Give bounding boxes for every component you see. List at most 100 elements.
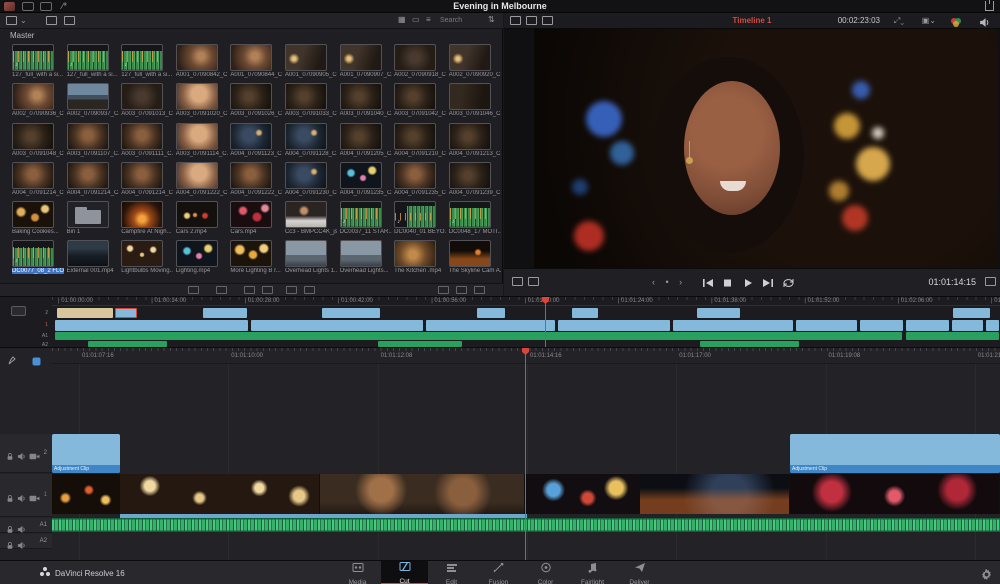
media-clip[interactable]: A004_07091128_C... xyxy=(285,122,335,161)
timeline-playhead[interactable] xyxy=(525,348,526,561)
media-clip[interactable]: A004_07091230_C... xyxy=(285,161,335,200)
clips-view-icon[interactable] xyxy=(6,16,17,25)
video-clip[interactable] xyxy=(320,474,525,514)
media-clip[interactable]: A002_07090937_C... xyxy=(67,82,117,121)
media-pool-tool-icon-1[interactable] xyxy=(438,286,449,294)
media-clip[interactable]: Overhead Lights... xyxy=(340,239,390,278)
jog-control[interactable]: ‹ • › xyxy=(652,277,686,287)
media-clip-thumbnail[interactable] xyxy=(285,123,327,150)
media-clip[interactable]: A002_07090918_C... xyxy=(394,43,444,82)
media-clip[interactable]: A003_07091114_C... xyxy=(176,122,226,161)
media-clip-thumbnail[interactable]: ♪ xyxy=(449,201,491,228)
media-clip-thumbnail[interactable] xyxy=(176,162,218,189)
tab-fairlight[interactable]: Fairlight xyxy=(569,561,616,584)
video-clip[interactable] xyxy=(640,474,790,514)
chevron-down-icon[interactable]: ⌄ xyxy=(20,16,27,25)
media-clip-thumbnail[interactable] xyxy=(12,83,54,110)
media-clip[interactable]: A002_07090936_C... xyxy=(12,82,62,121)
media-clip-thumbnail[interactable] xyxy=(230,123,272,150)
import-folder-icon[interactable] xyxy=(64,16,75,25)
video-clip[interactable] xyxy=(525,474,640,514)
media-clip-thumbnail[interactable] xyxy=(67,123,109,150)
media-clip[interactable]: The Kitchen .mp4 xyxy=(394,239,444,278)
media-clip-thumbnail[interactable] xyxy=(67,162,109,189)
overview-clip[interactable] xyxy=(986,320,999,331)
media-clip[interactable]: A003_07091033_C... xyxy=(285,82,335,121)
previous-clip-button[interactable] xyxy=(702,276,716,288)
resize-icon[interactable]: ⤢⌄ xyxy=(894,16,904,26)
media-clip-thumbnail[interactable] xyxy=(67,240,109,267)
media-clip[interactable]: A003_07091111_C... xyxy=(121,122,171,161)
overview-audio-clip[interactable] xyxy=(55,332,902,340)
overview-ruler[interactable]: | 01:00:00:00| 01:00:14:00| 01:00:28:00|… xyxy=(52,297,1000,306)
tab-fusion[interactable]: Fusion xyxy=(475,561,522,584)
media-clip[interactable]: A003_07091107_C... xyxy=(67,122,117,161)
media-clip[interactable]: A003_07091026_C... xyxy=(230,82,280,121)
media-clip-thumbnail[interactable] xyxy=(285,44,327,71)
media-clip[interactable]: A003_07091040_C... xyxy=(340,82,390,121)
media-clip[interactable]: A004_07091239_C... xyxy=(449,161,499,200)
media-clip[interactable]: Lighting.mp4 xyxy=(176,239,226,278)
media-clip[interactable]: A004_07091214_C... xyxy=(121,161,171,200)
media-clip[interactable]: A001_07090844_C... xyxy=(230,43,280,82)
media-clip[interactable]: A002_07090920_C... xyxy=(449,43,499,82)
transform-icon[interactable]: ▣⌄ xyxy=(922,16,936,25)
media-clip[interactable]: The Skyline Cam A... xyxy=(449,239,499,278)
media-clip-thumbnail[interactable]: ♪ xyxy=(394,201,436,228)
media-clip-thumbnail[interactable] xyxy=(285,240,327,267)
viewer-video[interactable] xyxy=(534,29,998,268)
media-clip-thumbnail[interactable] xyxy=(12,201,54,228)
media-pool-tool-icon-2[interactable] xyxy=(456,286,467,294)
media-clip[interactable]: Bin 1 xyxy=(67,200,117,239)
adjustment-clip[interactable]: Adjustment Clip xyxy=(790,434,1000,473)
transport-extra-icon[interactable] xyxy=(985,277,996,286)
media-clip-thumbnail[interactable] xyxy=(394,123,436,150)
media-clip[interactable]: Overhead Lights 1... xyxy=(285,239,335,278)
append-icon[interactable] xyxy=(216,286,227,294)
media-clip-thumbnail[interactable] xyxy=(449,123,491,150)
media-clip-thumbnail[interactable] xyxy=(176,240,218,267)
overview-audio-clip[interactable] xyxy=(906,332,999,340)
overview-clip[interactable] xyxy=(572,308,598,318)
media-clip[interactable]: Lightbulbs Moving... xyxy=(121,239,171,278)
overview-clip[interactable] xyxy=(115,308,137,318)
media-clip-thumbnail[interactable]: ♪ xyxy=(12,44,54,71)
list-view-icon[interactable]: ≡ xyxy=(426,15,431,24)
media-clip-thumbnail[interactable] xyxy=(67,201,109,228)
media-clip-thumbnail[interactable]: ♪ xyxy=(340,201,382,228)
tab-color[interactable]: Color xyxy=(522,561,569,584)
import-media-icon[interactable] xyxy=(46,16,57,25)
media-clip[interactable]: A003_07091042_C... xyxy=(394,82,444,121)
overview-clip[interactable] xyxy=(952,320,983,331)
media-clip[interactable]: ♪DC0077_08_2 FLO... xyxy=(12,239,62,278)
tab-cut[interactable]: Cut xyxy=(381,561,428,584)
close-up-icon[interactable] xyxy=(262,286,273,294)
media-clip-thumbnail[interactable] xyxy=(394,240,436,267)
media-clip[interactable]: A004_07091123_C... xyxy=(230,122,280,161)
source-overwrite-icon[interactable] xyxy=(304,286,315,294)
overview-clip[interactable] xyxy=(953,308,990,318)
media-clip-thumbnail[interactable] xyxy=(121,162,163,189)
overview-clip[interactable] xyxy=(251,320,423,331)
draw-tool-icon[interactable] xyxy=(8,352,18,370)
media-clip[interactable]: A003_07091046_C... xyxy=(449,82,499,121)
overview-clip[interactable] xyxy=(673,320,793,331)
media-clip-thumbnail[interactable] xyxy=(176,83,218,110)
overview-clip[interactable] xyxy=(55,320,248,331)
play-button[interactable] xyxy=(742,276,756,288)
media-clip-thumbnail[interactable] xyxy=(12,162,54,189)
adjustment-clip[interactable]: Adjustment Clip xyxy=(52,434,120,473)
media-clip-thumbnail[interactable] xyxy=(121,83,163,110)
media-clip-thumbnail[interactable] xyxy=(67,83,109,110)
media-clip-thumbnail[interactable] xyxy=(449,240,491,267)
snapping-tool-icon[interactable] xyxy=(32,353,41,371)
media-clip-thumbnail[interactable] xyxy=(230,44,272,71)
overview-clip[interactable] xyxy=(558,320,670,331)
media-clip-thumbnail[interactable] xyxy=(449,44,491,71)
media-clip-thumbnail[interactable] xyxy=(176,201,218,228)
overview-clip[interactable] xyxy=(426,320,555,331)
place-on-top-icon[interactable] xyxy=(286,286,297,294)
settings-gear-icon[interactable] xyxy=(981,567,992,584)
strip-view-icon[interactable]: ▭ xyxy=(412,15,420,24)
tab-media[interactable]: Media xyxy=(334,561,381,584)
